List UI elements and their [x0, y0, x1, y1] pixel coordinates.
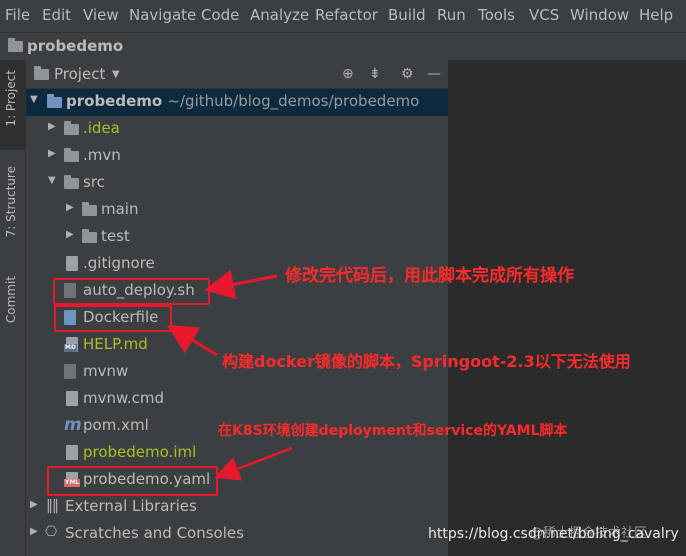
- annotation-dockerfile: 构建docker镜像的脚本，Springoot-2.3以下无法使用: [222, 352, 631, 371]
- annotation-yaml: 在K8S环境创建deployment和service的YAML脚本: [218, 423, 568, 439]
- annotation-auto-deploy: 修改完代码后，用此脚本完成所有操作: [285, 266, 574, 286]
- watermark-url: https://blog.csdn.net/boling_cavalry: [428, 526, 679, 542]
